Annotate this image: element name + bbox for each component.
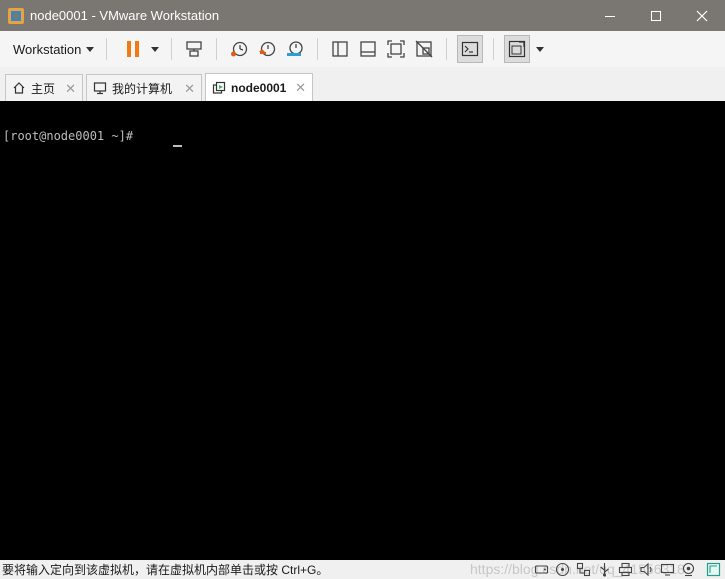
chevron-down-icon — [86, 46, 95, 52]
revert-snapshot-icon — [259, 41, 276, 57]
display-icon[interactable] — [660, 562, 675, 577]
hard-disk-icon[interactable] — [534, 562, 549, 577]
show-library-button[interactable] — [328, 35, 352, 63]
close-icon[interactable]: ✕ — [295, 80, 306, 96]
close-icon[interactable]: ✕ — [65, 81, 76, 97]
toolbar: Workstation — [0, 31, 725, 67]
status-message: 要将输入定向到该虚拟机，请在虚拟机内部单击或按 Ctrl+G。 — [2, 563, 329, 577]
printer-icon[interactable] — [618, 562, 633, 577]
thumbnail-bar-button[interactable] — [356, 35, 380, 63]
revert-snapshot-button[interactable] — [255, 35, 279, 63]
device-icons — [528, 562, 721, 577]
message-log-icon[interactable] — [706, 562, 721, 577]
network-adapter-icon[interactable] — [576, 562, 591, 577]
chevron-down-icon — [536, 46, 545, 52]
maximize-icon — [651, 10, 661, 21]
tab-label: 主页 — [31, 81, 56, 96]
snapshot-manager-icon — [287, 41, 304, 56]
vmware-logo-icon — [8, 7, 24, 24]
tab-label: node0001 — [231, 80, 287, 95]
status-bar: 要将输入定向到该虚拟机，请在虚拟机内部单击或按 Ctrl+G。 https://… — [0, 560, 725, 579]
vm-console[interactable]: [root@node0001 ~]# — [0, 101, 725, 560]
toolbar-divider — [171, 38, 173, 60]
tab-bar: 主页 ✕ 我的计算机 ✕ node0001 ✕ — [0, 67, 725, 101]
vm-icon — [212, 81, 226, 95]
toolbar-divider — [216, 38, 218, 60]
close-button[interactable] — [679, 0, 725, 31]
view-menu-dropdown[interactable] — [534, 35, 546, 63]
window-title: node0001 - VMware Workstation — [30, 8, 220, 23]
chevron-down-icon — [151, 46, 160, 52]
stretch-guest-button[interactable] — [504, 35, 531, 63]
workstation-menu-label: Workstation — [13, 41, 82, 57]
minimize-icon — [605, 15, 615, 17]
console-view-icon — [462, 41, 479, 57]
toolbar-divider — [106, 38, 108, 60]
pause-button[interactable] — [121, 35, 145, 63]
webcam-icon[interactable] — [681, 562, 696, 577]
power-menu-dropdown[interactable] — [149, 35, 161, 63]
stretch-guest-icon — [509, 40, 526, 58]
snapshot-manager-button[interactable] — [283, 35, 307, 63]
tab-node0001[interactable]: node0001 ✕ — [205, 73, 313, 101]
snapshot-icon — [231, 41, 248, 57]
text-cursor — [173, 145, 182, 147]
tab-home[interactable]: 主页 ✕ — [5, 74, 83, 101]
full-screen-button[interactable] — [384, 35, 408, 63]
maximize-button[interactable] — [633, 0, 679, 31]
title-bar: node0001 - VMware Workstation — [0, 0, 725, 31]
power-pause-icon — [127, 41, 140, 57]
tab-label: 我的计算机 — [112, 81, 173, 96]
window-controls — [587, 0, 725, 31]
toolbar-divider — [493, 38, 495, 60]
tab-my-computer[interactable]: 我的计算机 ✕ — [86, 74, 202, 101]
unity-button[interactable] — [412, 35, 436, 63]
full-screen-icon — [387, 40, 406, 58]
toolbar-divider — [317, 38, 319, 60]
workstation-menu[interactable]: Workstation — [13, 41, 95, 57]
usb-device-icon[interactable] — [597, 562, 612, 577]
home-icon — [12, 81, 26, 95]
show-library-icon — [332, 41, 349, 57]
send-ctrl-alt-del-icon — [186, 41, 203, 57]
cd-dvd-icon[interactable] — [555, 562, 570, 577]
minimize-button[interactable] — [587, 0, 633, 31]
send-ctrl-alt-del-button[interactable] — [182, 35, 206, 63]
sound-card-icon[interactable] — [639, 562, 654, 577]
close-icon — [696, 10, 708, 21]
shell-prompt: [root@node0001 ~]# — [3, 129, 141, 143]
toolbar-divider — [446, 38, 448, 60]
unity-icon — [415, 40, 433, 58]
thumbnail-bar-icon — [360, 41, 377, 57]
close-icon[interactable]: ✕ — [184, 81, 195, 97]
take-snapshot-button[interactable] — [227, 35, 251, 63]
computer-icon — [93, 81, 107, 95]
console-view-button[interactable] — [457, 35, 484, 63]
